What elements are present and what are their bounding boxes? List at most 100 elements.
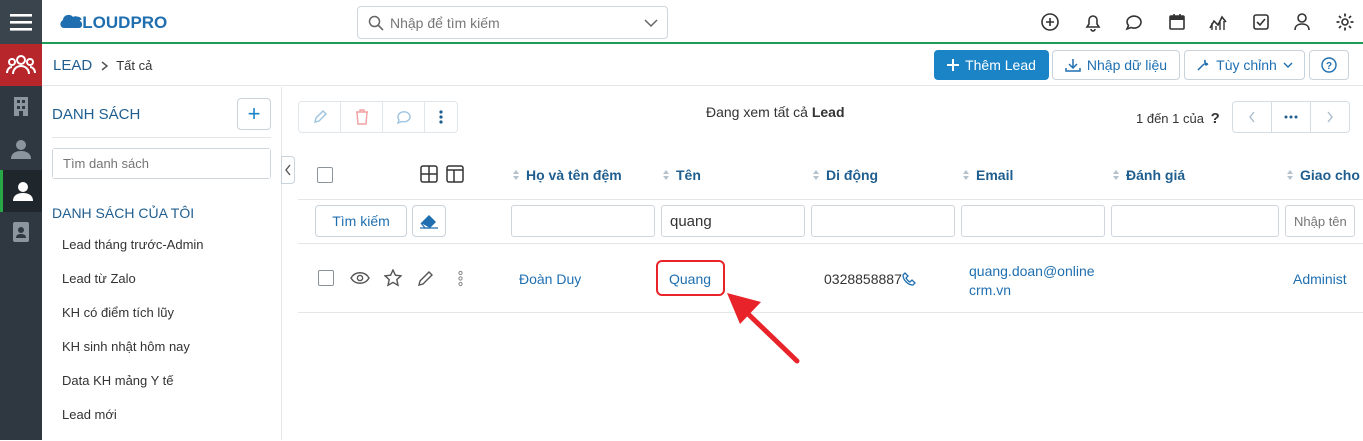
pagination-total[interactable]: ? <box>1211 110 1220 127</box>
bell-icon[interactable] <box>1083 12 1103 32</box>
cell-email[interactable]: quang.doan@online crm.vn <box>969 262 1095 300</box>
list-item[interactable]: KH có điểm tích lũy <box>62 305 204 339</box>
column-header-danh-gia[interactable]: Đánh giá <box>1112 167 1185 183</box>
comment-button[interactable] <box>383 102 425 132</box>
add-lead-button[interactable]: Thêm Lead <box>934 50 1049 80</box>
filter-ten[interactable] <box>661 205 805 237</box>
chevron-right-icon <box>101 60 109 71</box>
filter-di-dong[interactable] <box>811 205 955 237</box>
column-label: Giao cho <box>1300 167 1360 183</box>
breadcrumb-current: Tất cả <box>116 58 153 73</box>
cloudpro-logo[interactable]: CLOUDPRO <box>58 8 178 36</box>
sort-icon <box>1287 170 1293 180</box>
viewing-prefix: Đang xem tất cả <box>706 104 808 120</box>
eye-icon[interactable] <box>350 271 370 285</box>
mass-action-toolbar <box>298 101 458 133</box>
global-search-input[interactable] <box>390 15 630 31</box>
list-item[interactable]: Lead mới <box>62 407 204 441</box>
select-all-checkbox[interactable] <box>317 167 333 183</box>
customize-label: Tùy chỉnh <box>1216 57 1277 73</box>
filter-email[interactable] <box>961 205 1105 237</box>
pagination-controls <box>1232 101 1350 133</box>
collapse-sidebar-button[interactable] <box>281 156 295 184</box>
list-item[interactable]: Data KH mảng Y tế <box>62 373 204 407</box>
chevron-down-icon[interactable] <box>644 18 658 28</box>
contacts-group-icon[interactable] <box>0 44 42 86</box>
menu-icon[interactable] <box>0 0 42 44</box>
breadcrumb: LEAD Tất cả <box>53 57 152 74</box>
column-label: Họ và tên đệm <box>526 167 622 183</box>
plus-icon <box>947 59 960 71</box>
clear-filter-button[interactable] <box>412 205 446 237</box>
column-header-email[interactable]: Email <box>962 167 1013 183</box>
filter-input[interactable] <box>1286 206 1354 236</box>
contact-person-icon[interactable] <box>0 129 42 169</box>
list-item[interactable]: Lead tháng trước-Admin <box>62 237 204 271</box>
sidebar-title: DANH SÁCH <box>52 106 141 123</box>
column-header-ten[interactable]: Tên <box>662 167 701 183</box>
divider <box>52 137 271 138</box>
more-actions-button[interactable] <box>425 102 457 132</box>
column-header-di-dong[interactable]: Di động <box>812 167 878 183</box>
customize-button[interactable]: Tùy chỉnh <box>1184 50 1305 80</box>
list-filter-input[interactable] <box>53 149 270 178</box>
more-vertical-icon[interactable] <box>458 270 463 287</box>
comment-icon <box>396 111 411 125</box>
help-button[interactable]: ? <box>1309 50 1349 80</box>
user-profile-icon[interactable] <box>1292 12 1312 32</box>
phone-number[interactable]: 0328858887 <box>824 271 902 287</box>
contact-card-icon[interactable] <box>0 212 42 252</box>
filter-input[interactable] <box>962 206 1104 236</box>
column-header-giao-cho[interactable]: Giao cho <box>1286 167 1360 183</box>
gear-icon[interactable] <box>1335 12 1355 32</box>
sort-icon <box>513 170 519 180</box>
my-lists-title: DANH SÁCH CỦA TÔI <box>52 205 195 221</box>
add-list-button[interactable]: + <box>237 98 271 130</box>
lead-person-icon[interactable] <box>0 170 42 212</box>
eraser-icon <box>420 215 438 229</box>
cell-giao-cho[interactable]: Administ <box>1293 271 1347 287</box>
annotation-arrow <box>727 293 800 364</box>
delete-button[interactable] <box>341 102 383 132</box>
row-checkbox[interactable] <box>318 270 334 286</box>
column-label: Email <box>976 167 1014 183</box>
list-item[interactable]: KH sinh nhật hôm nay <box>62 339 204 373</box>
filter-ho-ten-dem[interactable] <box>511 205 655 237</box>
chat-icon[interactable] <box>1124 12 1144 32</box>
star-icon[interactable] <box>384 269 402 287</box>
edit-button[interactable] <box>299 102 341 132</box>
phone-icon[interactable] <box>902 272 916 286</box>
column-header-ho-ten-dem[interactable]: Họ và tên đệm <box>512 167 622 183</box>
columns-layout-icon[interactable] <box>446 165 464 183</box>
breadcrumb-module[interactable]: LEAD <box>53 57 92 74</box>
filter-input[interactable] <box>812 206 954 236</box>
search-filter-button[interactable]: Tìm kiếm <box>315 205 407 237</box>
global-search[interactable] <box>357 6 668 39</box>
divider <box>298 199 1363 200</box>
sort-icon <box>1113 170 1119 180</box>
filter-input[interactable] <box>1112 206 1278 236</box>
next-page-button[interactable] <box>1311 102 1349 132</box>
viewing-module: Lead <box>811 104 845 120</box>
filter-giao-cho[interactable] <box>1285 205 1355 237</box>
filter-danh-gia[interactable] <box>1111 205 1279 237</box>
prev-page-button[interactable] <box>1233 102 1272 132</box>
cell-ho-ten-dem[interactable]: Đoàn Duy <box>519 271 581 287</box>
filter-input[interactable] <box>662 206 804 236</box>
import-data-button[interactable]: Nhập dữ liệu <box>1052 50 1180 80</box>
add-circle-icon[interactable] <box>1040 12 1060 32</box>
list-filter[interactable] <box>52 148 271 179</box>
task-check-icon[interactable] <box>1251 12 1271 32</box>
sort-icon <box>813 170 819 180</box>
divider <box>298 312 1363 313</box>
page-menu-button[interactable] <box>1272 102 1311 132</box>
chevron-down-icon <box>1283 62 1293 68</box>
grid-layout-icon[interactable] <box>420 165 438 183</box>
list-item[interactable]: Lead từ Zalo <box>62 271 204 305</box>
pencil-icon[interactable] <box>417 270 434 287</box>
logo-text: CLOUDPRO <box>70 13 167 32</box>
building-icon[interactable] <box>0 86 42 126</box>
report-chart-icon[interactable] <box>1208 12 1228 32</box>
filter-input[interactable] <box>512 206 654 236</box>
calendar-icon[interactable] <box>1167 12 1187 32</box>
